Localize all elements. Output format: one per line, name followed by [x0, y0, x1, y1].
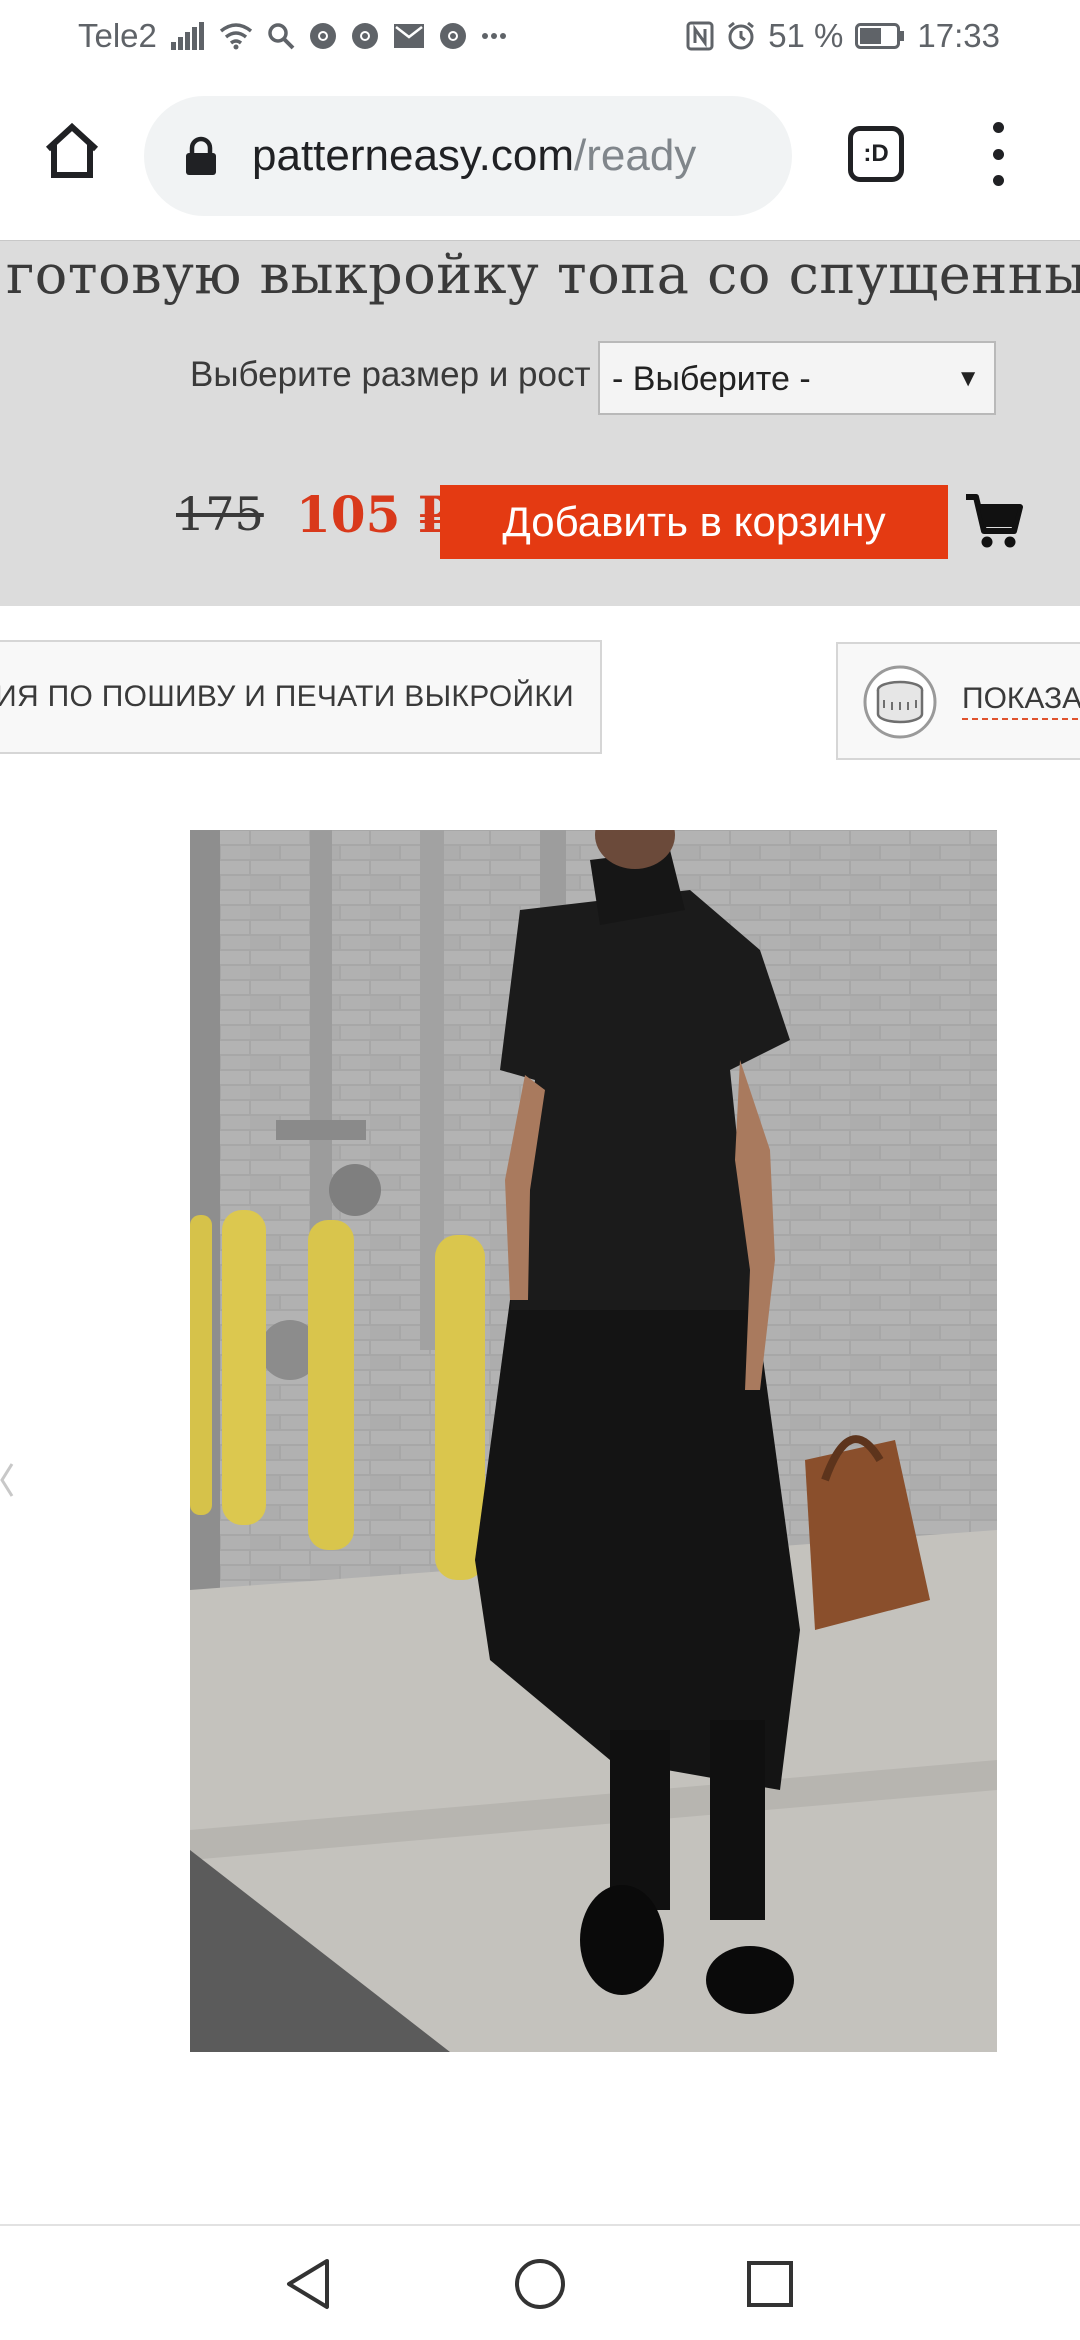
sewing-instructions-button[interactable]: ДИЯ ПО ПОШИВУ И ПЕЧАТИ ВЫКРОЙКИ: [0, 640, 602, 754]
url-text[interactable]: patterneasy.com/ready: [252, 96, 772, 216]
product-photo-illustration: [190, 830, 997, 2052]
status-left: Tele2: [78, 14, 507, 58]
carrier-name: Tele2: [78, 17, 157, 54]
wifi-icon: [219, 22, 253, 50]
measuring-tape-icon: [863, 665, 937, 739]
nav-home-button[interactable]: [510, 2254, 570, 2314]
size-label: Выберите размер и рост: [190, 355, 591, 394]
size-select[interactable]: - Выберите - ▼: [598, 341, 996, 415]
chrome-icon: [309, 22, 337, 50]
clock: 17:33: [917, 17, 1000, 54]
overflow-menu-icon: [992, 122, 1004, 133]
url-path: /ready: [574, 131, 697, 180]
home-circle-icon: [515, 2259, 565, 2309]
nav-back-button[interactable]: [278, 2254, 338, 2314]
carousel-prev-icon[interactable]: [0, 1460, 14, 1500]
overflow-menu-button[interactable]: [978, 122, 1018, 186]
system-nav-bar: [0, 2224, 1080, 2340]
url-domain: patterneasy.com: [252, 131, 575, 180]
signal-icon: [170, 22, 205, 50]
status-bar: Tele2 51 % 17:33: [0, 0, 1080, 72]
tab-switcher-button[interactable]: :D: [848, 126, 904, 182]
product-title: готовую выкройку топа со спущенным рукав…: [6, 243, 1080, 306]
old-price: 175: [176, 487, 264, 541]
nfc-icon: [686, 21, 714, 51]
battery-percent: 51 %: [768, 17, 844, 54]
new-price: 105 ₽: [296, 485, 453, 544]
product-header: готовую выкройку топа со спущенным рукав…: [0, 240, 1080, 606]
cart-icon[interactable]: [962, 489, 1026, 553]
product-photo[interactable]: [190, 830, 997, 2052]
home-icon: [45, 122, 99, 178]
mail-icon: [393, 23, 425, 49]
recents-square-icon: [747, 2261, 793, 2307]
alarm-icon: [726, 21, 756, 51]
back-triangle-icon: [287, 2259, 329, 2309]
show-measurements-label: ПОКАЗАТЬ: [962, 682, 1080, 720]
status-right: 51 % 17:33: [686, 14, 1000, 58]
browser-toolbar: patterneasy.com/ready :D: [0, 72, 1080, 240]
dropdown-arrow-icon: ▼: [956, 365, 980, 392]
address-bar[interactable]: patterneasy.com/ready: [144, 96, 792, 216]
size-select-value: - Выберите -: [612, 360, 811, 398]
more-icon: [481, 32, 507, 40]
lock-icon: [186, 136, 216, 175]
sewing-instructions-label: ДИЯ ПО ПОШИВУ И ПЕЧАТИ ВЫКРОЙКИ: [0, 680, 574, 713]
add-to-cart-button[interactable]: Добавить в корзину: [440, 485, 948, 559]
chrome-icon: [439, 22, 467, 50]
battery-icon: [855, 23, 905, 49]
chrome-icon: [351, 22, 379, 50]
search-icon: [267, 22, 295, 50]
show-measurements-button[interactable]: ПОКАЗАТЬ: [836, 642, 1080, 760]
nav-recents-button[interactable]: [740, 2254, 800, 2314]
home-button[interactable]: [38, 116, 106, 184]
tab-switcher-icon: :D: [863, 140, 889, 167]
